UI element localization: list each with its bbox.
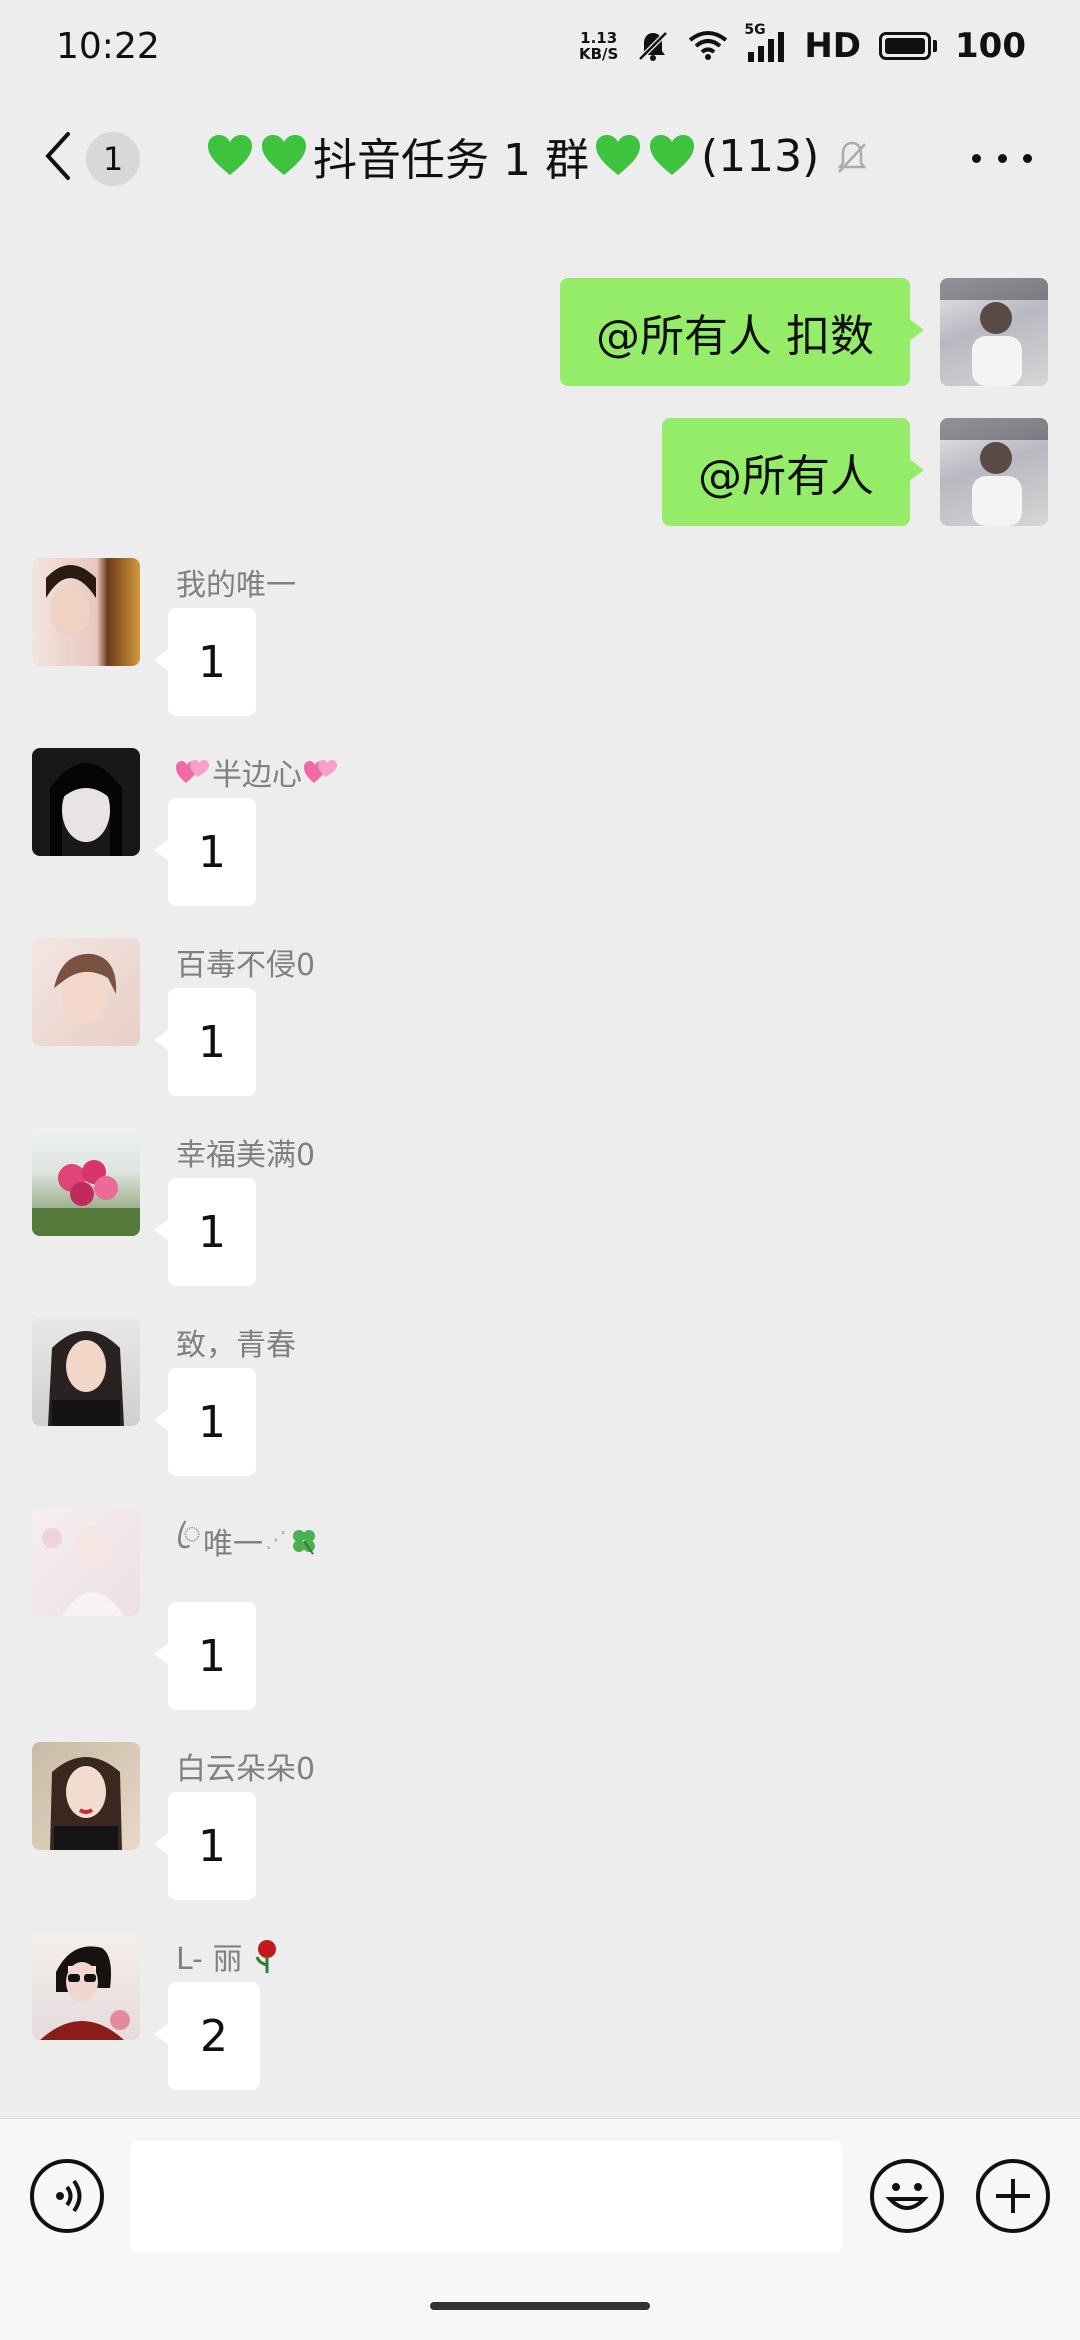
sender-avatar[interactable] <box>32 1742 140 1850</box>
message-list[interactable]: @所有人 扣数 @所有人 我的唯一 1 半边心 1 百毒不侵0 1 幸福美满0 <box>0 260 1080 2110</box>
unread-count-badge[interactable]: 1 <box>86 132 140 186</box>
sparkle-icon: ⋰ <box>264 1528 287 1553</box>
muted-bell-icon <box>832 138 872 178</box>
plus-icon <box>996 2179 1030 2213</box>
back-button[interactable] <box>38 128 78 184</box>
message-text: 1 <box>198 1016 226 1068</box>
incoming-message[interactable]: 1 <box>154 798 256 906</box>
my-avatar[interactable] <box>940 418 1048 526</box>
outgoing-message[interactable]: @所有人 扣数 <box>560 278 924 386</box>
more-functions-button[interactable] <box>976 2159 1050 2233</box>
home-indicator[interactable] <box>430 2302 650 2310</box>
message-text: 1 <box>198 1630 226 1682</box>
chat-title[interactable]: 抖音任务 1 群 (113) <box>205 124 819 188</box>
message-input[interactable] <box>130 2141 842 2253</box>
message-text: 2 <box>200 2010 228 2062</box>
sender-avatar[interactable] <box>32 558 140 666</box>
hd-label: HD <box>804 26 862 66</box>
hearts-icon <box>176 760 209 783</box>
message-text: @所有人 <box>698 451 874 502</box>
sender-avatar[interactable] <box>32 1508 140 1616</box>
green-heart-icon <box>649 135 694 175</box>
my-avatar[interactable] <box>940 278 1048 386</box>
voice-icon <box>56 2179 82 2213</box>
sender-name: 我的唯一 <box>176 568 296 603</box>
message-text: 1 <box>198 1206 226 1258</box>
chat-header: 1 抖音任务 1 群 (113) <box>0 110 1080 202</box>
incoming-message[interactable]: 2 <box>154 1982 260 2090</box>
green-heart-icon <box>208 135 252 175</box>
message-text: 1 <box>198 1820 226 1872</box>
sender-name: 百毒不侵0 <box>176 948 316 983</box>
four-leaf-clover-icon <box>292 1529 315 1555</box>
dot-icon <box>972 153 981 163</box>
emoji-button[interactable] <box>870 2159 944 2233</box>
smiley-icon <box>885 2183 929 2210</box>
message-text: 1 <box>198 636 226 688</box>
sender-name: 致，青春 <box>176 1328 296 1363</box>
signal-icon: 5G <box>744 22 786 62</box>
incoming-message[interactable]: 1 <box>154 1178 256 1286</box>
rose-icon <box>255 1940 276 1973</box>
message-text: @所有人 扣数 <box>596 311 874 362</box>
battery-level: 100 <box>955 26 1026 66</box>
sender-name: ꦿ 唯一 ⋰ <box>176 1510 319 1571</box>
incoming-message[interactable]: 1 <box>154 608 256 716</box>
group-name: 抖音任务 1 群 <box>313 135 589 186</box>
sender-avatar[interactable] <box>32 1932 140 2040</box>
more-options-button[interactable] <box>972 138 1032 178</box>
sender-name: 白云朵朵0 <box>176 1752 316 1787</box>
voice-button[interactable] <box>30 2159 104 2233</box>
green-heart-icon <box>595 135 640 175</box>
member-count: (113) <box>700 130 820 182</box>
wifi-icon <box>688 30 728 62</box>
sender-name: L- 丽 <box>176 1934 281 1978</box>
mute-notification-icon <box>636 29 670 63</box>
sender-name: 幸福美满0 <box>176 1138 316 1173</box>
hearts-icon <box>304 760 337 783</box>
incoming-message[interactable]: 1 <box>154 988 256 1096</box>
incoming-message[interactable]: 1 <box>154 1368 256 1476</box>
incoming-message[interactable]: 1 <box>154 1602 256 1710</box>
status-icons: 1.13 KB/S 5G HD 100 <box>578 22 1026 66</box>
green-heart-icon <box>262 135 306 175</box>
status-bar: 10:22 1.13 KB/S 5G HD 100 <box>0 0 1080 92</box>
message-text: 1 <box>198 826 226 878</box>
sender-name: 半边心 <box>176 750 338 794</box>
outgoing-message[interactable]: @所有人 <box>662 418 924 526</box>
message-text: 1 <box>198 1396 226 1448</box>
sender-avatar[interactable] <box>32 1318 140 1426</box>
sender-avatar[interactable] <box>32 748 140 856</box>
battery-icon <box>879 32 938 60</box>
decorative-glyph: ꦿ <box>176 1516 201 1551</box>
dot-icon <box>1023 153 1032 163</box>
sender-avatar[interactable] <box>32 1128 140 1236</box>
sender-avatar[interactable] <box>32 938 140 1046</box>
network-speed: 1.13 KB/S <box>578 29 619 63</box>
chevron-left-icon <box>45 132 70 180</box>
incoming-message[interactable]: 1 <box>154 1792 256 1900</box>
dot-icon <box>997 153 1007 163</box>
status-time: 10:22 <box>56 25 160 67</box>
